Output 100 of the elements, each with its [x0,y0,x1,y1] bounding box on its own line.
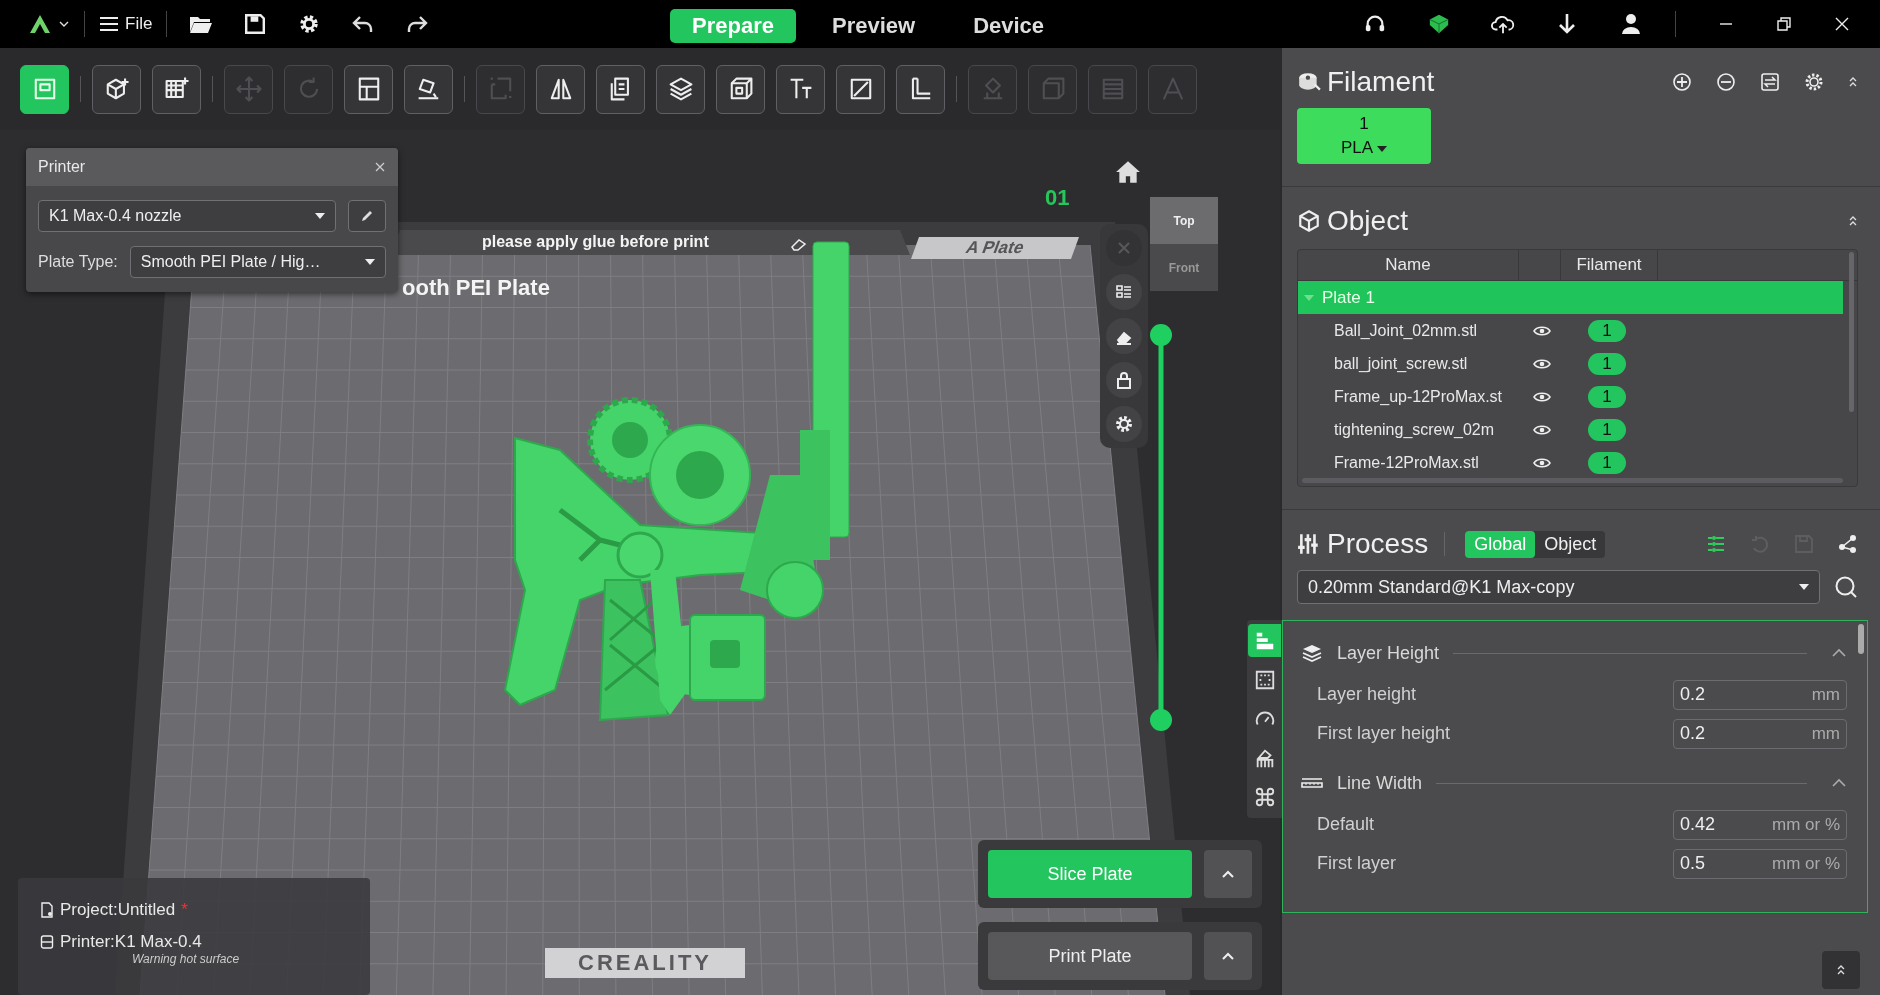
list-button[interactable] [1106,274,1142,310]
setting-label: Default [1317,814,1375,835]
filament-slot[interactable]: 1 PLA [1297,108,1431,164]
copy-tool-button[interactable] [596,64,645,114]
object-name[interactable]: Frame_up-12ProMax.st [1298,387,1524,406]
layers-tool-button[interactable] [656,64,705,114]
arrange-tool-button[interactable] [344,64,393,114]
column-header[interactable]: Name [1298,250,1519,280]
strength-icon [1253,668,1276,691]
double-chevron-up-icon [1836,964,1846,976]
measure-tool-button[interactable] [896,64,945,114]
panel-title: Printer [38,158,86,176]
plate-notice: please apply glue before print [482,233,709,251]
lock-button[interactable] [1106,362,1142,398]
mode-tab[interactable]: Device [951,9,1067,43]
section-title: Filament [1327,66,1435,98]
filament-badge[interactable]: 1 [1588,319,1626,342]
input-field[interactable]: 0.2 mm [1673,718,1847,749]
filament-badge[interactable]: 1 [1588,451,1626,474]
printer-icon [40,934,54,950]
printer-name: Printer:K1 Max-0.4 [60,932,202,952]
chevron-up-icon [1221,951,1235,961]
user-icon[interactable] [1619,13,1643,35]
layer-slider[interactable] [1150,324,1172,731]
plate-type-select[interactable]: Smooth PEI Plate / Hig… [129,246,386,278]
plate-type-label: Plate Type: [38,253,118,271]
warning-text: Warning hot surface [132,952,241,966]
plate-number: 01 [1045,185,1070,211]
edit-button[interactable] [348,200,386,232]
sliders-icon [1297,532,1321,556]
document-icon [40,902,54,918]
input-field[interactable]: 0.42 mm or % [1673,809,1847,840]
group-title: Layer Height [1337,642,1440,664]
cube-icon[interactable] [1427,13,1451,35]
quality-tab[interactable] [1248,624,1281,658]
chevron-up-icon [1221,869,1235,879]
eye-icon[interactable] [1532,423,1551,436]
cube-icon [1297,209,1321,233]
file-menu[interactable]: File [99,14,153,34]
mode-tab[interactable]: Preview [809,9,938,43]
lay-flat-tool-button[interactable] [404,64,453,114]
setting-label: Layer height [1317,684,1417,705]
settings-icon[interactable] [1804,72,1824,92]
project-name: Project:Untitled [60,900,176,920]
share-icon[interactable] [1838,534,1858,554]
redo-icon[interactable] [405,13,430,35]
add-icon[interactable] [1672,72,1692,92]
pencil-icon [359,208,375,224]
menu-icon [99,15,119,33]
view-cube-face[interactable]: Top [1150,197,1218,244]
eye-icon[interactable] [1532,357,1551,370]
plate-type-label: ooth PEI Plate [402,275,550,301]
eye-icon[interactable] [1532,456,1551,469]
setting-label: First layer [1317,853,1396,874]
search-icon[interactable] [1834,575,1858,599]
home-icon[interactable] [1115,160,1141,184]
object-name[interactable]: Frame-12ProMax.stl [1298,453,1524,472]
mirror-tool-button[interactable] [536,64,585,114]
print-button[interactable]: Print Plate [988,932,1192,980]
filament-badge[interactable]: 1 [1588,385,1626,408]
object-name[interactable]: ball_joint_screw.stl [1298,354,1524,373]
filament-badge[interactable]: 1 [1588,418,1626,441]
grid-plus-tool-button[interactable] [152,64,201,114]
input-field[interactable]: 0.5 mm or % [1673,848,1847,879]
remove-icon[interactable] [1716,72,1736,92]
scroll-top-button[interactable] [1822,951,1860,989]
mode-toggle[interactable]: Object [1535,530,1606,558]
plate-tool-button[interactable] [20,64,69,114]
cut-tool-button[interactable] [836,64,885,114]
eye-icon[interactable] [1532,390,1551,403]
list-icon[interactable] [1706,534,1726,554]
layers-icon [1301,644,1323,662]
section-title: Process [1327,528,1429,560]
object-name[interactable]: Ball_Joint_02mm.stl [1298,321,1524,340]
cube-tool-button[interactable] [716,64,765,114]
text-tool-tool-button[interactable] [776,64,825,114]
group-title: Line Width [1337,772,1423,794]
column-header[interactable]: Filament [1561,250,1658,280]
modified-mark: * [181,900,188,920]
collapse-icon[interactable] [1831,778,1847,788]
slider-thumb[interactable] [1150,324,1172,346]
process-preset-select[interactable]: 0.20mm Standard@K1 Max-copy [1297,570,1820,604]
others-icon [1253,786,1276,809]
restore-icon[interactable] [1776,16,1792,32]
collapse-icon[interactable] [1831,648,1847,658]
swap-icon[interactable] [1760,72,1780,92]
eye-icon[interactable] [1532,324,1551,337]
setting-label: First layer height [1317,723,1451,744]
scrollbar[interactable] [1849,252,1854,412]
filament-badge[interactable]: 1 [1588,352,1626,375]
gear-button[interactable] [1106,406,1142,442]
cloud-upload-icon[interactable] [1491,13,1515,35]
input-field[interactable]: 0.2 mm [1673,679,1847,710]
cube-plus-tool-button[interactable] [92,64,141,114]
object-name[interactable]: tightening_screw_02m [1298,420,1524,439]
printer-select[interactable]: K1 Max-0.4 nozzle [38,200,336,232]
save-icon[interactable] [243,13,268,35]
scrollbar[interactable] [1858,624,1864,654]
plate-name-tab[interactable]: A Plate [911,237,1079,259]
logo-icon[interactable] [28,14,52,34]
